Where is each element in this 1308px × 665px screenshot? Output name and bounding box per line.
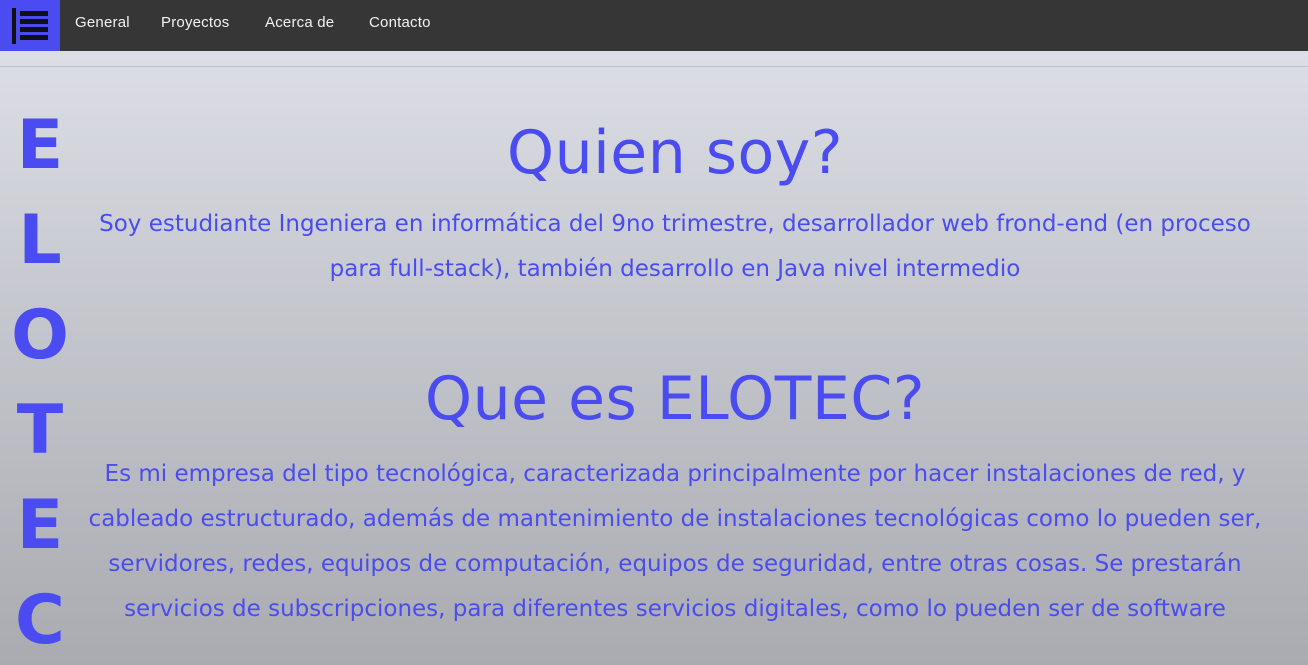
company-title: Que es ELOTEC? — [424, 364, 926, 434]
main-content: Quien soy? Soy estudiante Ingeniera en i… — [60, 100, 1290, 632]
header-divider — [0, 66, 1308, 67]
top-navbar: General Proyectos Acerca de Contacto — [0, 0, 1308, 51]
nav-link-acerca-de[interactable]: Acerca de — [265, 14, 334, 31]
about-text: Soy estudiante Ingeniera en informática … — [99, 211, 1251, 282]
nav-link-contacto[interactable]: Contacto — [369, 14, 431, 31]
nav-link-proyectos[interactable]: Proyectos — [161, 14, 230, 31]
menu-button[interactable] — [0, 0, 60, 51]
company-text: Es mi empresa del tipo tecnológica, cara… — [88, 461, 1262, 622]
nav-link-general[interactable]: General — [75, 14, 130, 31]
about-title: Quien soy? — [506, 118, 844, 188]
menu-bars-icon — [12, 7, 48, 44]
